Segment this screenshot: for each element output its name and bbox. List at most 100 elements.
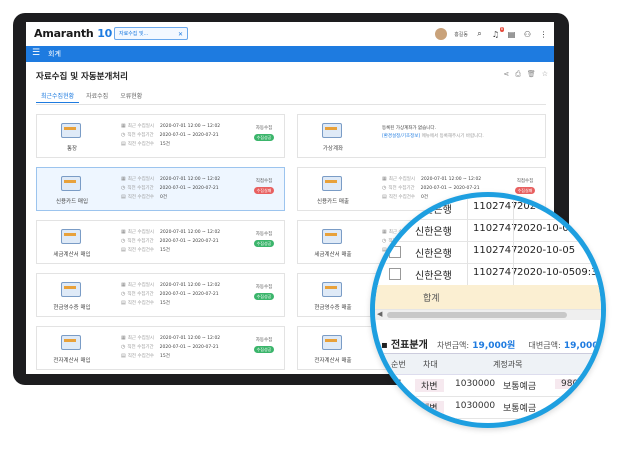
count-row: ▤ 직전 수집건수 15건 [121, 300, 170, 306]
star-icon[interactable]: ☆ [542, 70, 548, 79]
journal-row[interactable]: 대변 1030000 보통예금 [375, 396, 601, 419]
period-value: 2020-07-01 ~ 2020-07-21 [159, 239, 219, 244]
bell-icon[interactable]: ♫ 8 [491, 26, 504, 39]
share-icon[interactable]: ⋖ [503, 70, 509, 79]
brand-logo[interactable]: Amaranth 10 [34, 27, 112, 40]
period-row: ◷ 직전 수집기간 2020-07-01 ~ 2020-07-21 [121, 132, 219, 138]
period-row: ◷ 직전 수집기간 2020-07-01 ~ 2020-07-21 [121, 344, 219, 350]
calendar-icon: ▦ [121, 123, 126, 129]
collect-card[interactable]: 통장 ▦ 최근 수집일시 2020-07-01 12:00 ~ 12:02 ◷ 직전 수집… [36, 114, 285, 158]
user-name[interactable]: 홍길동 [454, 31, 468, 38]
collect-status: 직접수집 수집실패 [510, 178, 540, 194]
clock-icon: ◷ [121, 344, 126, 350]
title-actions: ⋖ ⎙ 🗑 ☆ [503, 70, 548, 79]
last-collect-label: 최근 수집일시 [127, 124, 155, 129]
last-collect-value: 2020-07-01 12:00 ~ 12:02 [160, 283, 221, 288]
brand-version: 10 [97, 27, 113, 40]
date-cell: 2020-10-05 [517, 267, 576, 278]
row-checkbox[interactable] [389, 268, 401, 280]
entry-extra: 98021 [555, 379, 596, 389]
status-mode: 자동수집 [255, 338, 273, 343]
header-dc: 차대 [423, 360, 438, 369]
date-cell: 2020-10-05 [517, 245, 576, 256]
print-icon[interactable]: ⎙ [515, 70, 521, 79]
table-row[interactable]: 신한은행 1102747 2020-10-05 09:33 [375, 263, 604, 286]
collect-card[interactable]: 세금계산서 매입 ▦ 최근 수집일시 2020-07-01 12:00 ~ 12:02… [36, 220, 285, 264]
debit-label: 차변금액: [436, 341, 470, 350]
period-value: 2020-07-01 ~ 2020-07-21 [159, 292, 219, 297]
zoom-magnifier: 신한은행 1102747 2020-10-05 1 신한은행 1102747 2… [370, 192, 606, 428]
entry-code: 1030000 [455, 379, 496, 389]
bank-cell: 신한은행 [415, 271, 452, 282]
more-icon[interactable]: ⋮ [539, 30, 548, 39]
journal-header: 순번 차대 계정과목 [375, 353, 601, 375]
last-collect-row: ▦ 최근 수집일시 2020-07-01 12:00 ~ 12:02 [121, 335, 220, 341]
period-row: ◷ 직전 수집기간 2020-07-01 ~ 2020-07-21 [121, 185, 219, 191]
period-label: 직전 수집기간 [127, 186, 154, 191]
table-row[interactable]: 신한은행 1102747 2020-10-05 [375, 219, 601, 242]
count-label: 직전 수집건수 [127, 195, 155, 200]
period-value: 2020-07-01 ~ 2020-07-21 [420, 186, 480, 191]
row-checkbox[interactable] [389, 246, 401, 258]
close-icon[interactable]: ✕ [178, 28, 183, 41]
count-row: ▤ 직전 수집건수 15건 [121, 353, 170, 359]
entry-dc: 차변 [415, 379, 444, 392]
org-chart-icon[interactable]: ⚇ [523, 30, 532, 39]
last-collect-label: 최근 수집일시 [127, 177, 155, 182]
extra-cell: 09:33 [575, 267, 604, 278]
search-icon[interactable]: ⌕ [475, 29, 484, 39]
period-label: 직전 수집기간 [127, 239, 154, 244]
sum-label: 합계 [423, 294, 440, 304]
card-type-icon [322, 335, 342, 350]
collect-card[interactable]: 신용카드 매입 ▦ 최근 수집일시 2020-07-01 12:00 ~ 12:02 ◷… [36, 167, 285, 211]
scroll-left-icon[interactable]: ◀ [377, 310, 382, 318]
empty-message: 등록된 가상계좌가 없습니다. [382, 126, 436, 131]
bank-cell: 신한은행 [415, 227, 452, 238]
table-row[interactable]: 신한은행 1102747 2020-10-05 1 [375, 197, 601, 220]
bank-cell: 신한은행 [415, 249, 452, 260]
scroll-thumb[interactable] [387, 312, 567, 318]
count-value: 15건 [160, 142, 170, 147]
status-badge: 수집성공 [253, 293, 275, 300]
journal-row[interactable]: 1 차변 1030000 보통예금 98021 [375, 374, 601, 397]
count-label: 직전 수집건수 [127, 248, 155, 253]
menu-title: 회계 [48, 50, 61, 58]
collect-card[interactable]: 전자계산서 매입 ▦ 최근 수집일시 2020-07-01 12:00 ~ 12:02… [36, 326, 285, 370]
collect-card[interactable]: 가상계좌 등록된 가상계좌가 없습니다. [환경설정/기초정보] 메뉴에서 등록해주… [297, 114, 546, 158]
settings-link[interactable]: [환경설정/기초정보] [382, 134, 420, 139]
tab-collect[interactable]: 자료수집 [81, 91, 113, 103]
calendar-icon: ▦ [382, 176, 387, 182]
status-mode: 자동수집 [255, 232, 273, 237]
period-label: 직전 수집기간 [127, 292, 154, 297]
hamburger-icon[interactable]: ☰ [32, 48, 40, 58]
section-title: 전표분개 [390, 340, 428, 351]
header-no: 순번 [391, 360, 406, 369]
document-icon[interactable]: ▤ [507, 30, 516, 39]
card-name: 신용카드 매출 [316, 199, 350, 205]
entry-account: 보통예금 [503, 404, 537, 414]
horizontal-scrollbar[interactable]: ◀ [375, 310, 601, 320]
collect-card[interactable]: 현금영수증 매입 ▦ 최근 수집일시 2020-07-01 12:00 ~ 12:02… [36, 273, 285, 317]
card-type-icon [61, 176, 81, 191]
count-value: 15건 [160, 301, 170, 306]
period-value: 2020-07-01 ~ 2020-07-21 [159, 186, 219, 191]
avatar[interactable] [435, 28, 448, 40]
tab-recent[interactable]: 최근수집현황 [36, 91, 80, 103]
period-row: ◷ 직전 수집기간 2020-07-01 ~ 2020-07-21 [121, 238, 219, 244]
card-type-icon [322, 123, 342, 138]
card-type-icon [322, 282, 342, 297]
card-type-icon [61, 123, 81, 138]
list-icon: ▤ [121, 194, 126, 200]
status-badge: 수집실패 [253, 187, 275, 194]
collect-status: 자동수집 수집성공 [249, 231, 279, 247]
status-badge: 수집성공 [253, 134, 275, 141]
table-row[interactable]: 신한은행 1102747 2020-10-05 18 [375, 241, 601, 264]
tab-errors[interactable]: 오류현황 [115, 91, 147, 103]
open-page-tab[interactable]: 자료수집 및... ✕ [114, 27, 188, 40]
card-name: 통장 [66, 146, 78, 152]
last-collect-label: 최근 수집일시 [127, 230, 155, 235]
clock-icon: ◷ [121, 238, 126, 244]
last-collect-row: ▦ 최근 수집일시 2020-07-01 12:00 ~ 12:02 [382, 176, 481, 182]
trash-icon[interactable]: 🗑 [527, 70, 536, 79]
extra-cell: 1 [585, 201, 592, 212]
